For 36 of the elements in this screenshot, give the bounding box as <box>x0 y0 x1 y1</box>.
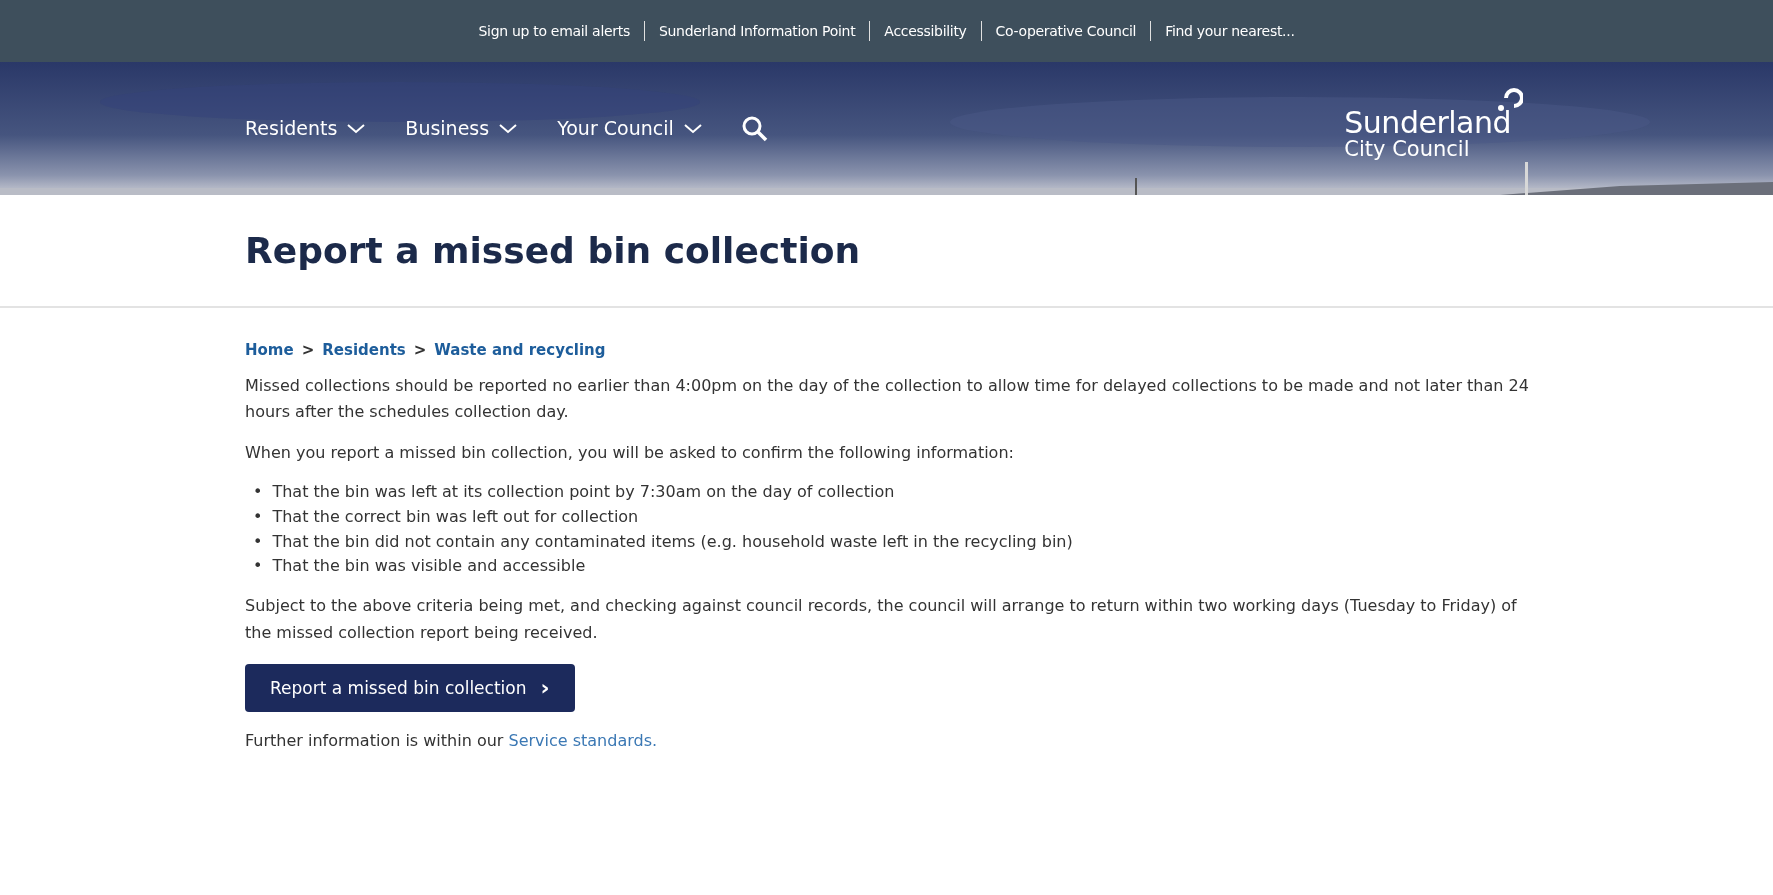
body-text: Missed collections should be reported no earlier than 4:00pm on the day of the collection to allow time for delayed collections to be made and not later than 24 hours after the schedules collection day. <box>245 374 1530 424</box>
logo-subtitle: City Council <box>1344 137 1471 162</box>
nav-menu-button[interactable]: Residents <box>245 114 366 143</box>
search-button[interactable] <box>741 115 768 142</box>
report-button[interactable]: Report a missed bin collection › <box>245 663 575 712</box>
further-info-text: Further information is within our Service standards. <box>245 729 659 752</box>
utility-link[interactable]: Sign up to email alerts <box>478 20 630 42</box>
body-text: Subject to the above criteria being met, and checking against council records, the council will arrange to return within two working days (Tuesday to Friday) of the missed collection report being received. <box>245 595 1518 644</box>
utility-link[interactable]: Sunderland Information Point <box>658 20 856 42</box>
page-title: Report a missed bin collection <box>245 228 861 273</box>
breadcrumb-link[interactable]: Home <box>245 338 294 363</box>
logo-title: Sunderland <box>1344 107 1511 138</box>
utility-link[interactable]: Co-operative Council <box>995 20 1137 42</box>
bullet-mark: • <box>253 505 263 528</box>
breadcrumb-separator: > <box>413 340 427 361</box>
chevron-down-icon <box>683 123 702 134</box>
list-item: That the bin was visible and accessible <box>272 555 586 578</box>
bullet-mark: • <box>253 530 263 553</box>
breadcrumb-link[interactable]: Residents <box>322 338 406 363</box>
bullet-mark: • <box>253 555 263 578</box>
chevron-down-icon <box>347 123 366 134</box>
bullet-mark: • <box>253 480 263 503</box>
list-item: That the bin did not contain any contaminated items (e.g. household waste left in the recycling bin) <box>272 530 1073 553</box>
chevron-right-icon: › <box>540 676 550 699</box>
breadcrumb-link[interactable]: Waste and recycling <box>434 338 606 363</box>
nav-menu-button[interactable]: Your Council <box>557 114 702 143</box>
nav-menu-button[interactable]: Business <box>405 114 518 143</box>
body-text: When you report a missed bin collection, you will be asked to confirm the following information: <box>245 441 1015 464</box>
utility-link[interactable]: Find your nearest... <box>1165 20 1295 42</box>
search-icon <box>741 115 768 142</box>
breadcrumb-separator: > <box>301 340 315 361</box>
chevron-down-icon <box>499 123 518 134</box>
service-standards-link[interactable]: Service standards. <box>508 730 658 750</box>
list-item: That the correct bin was left out for collection <box>272 505 639 528</box>
utility-link[interactable]: Accessibility <box>884 20 967 42</box>
list-item: That the bin was left at its collection point by 7:30am on the day of collection <box>272 480 895 503</box>
